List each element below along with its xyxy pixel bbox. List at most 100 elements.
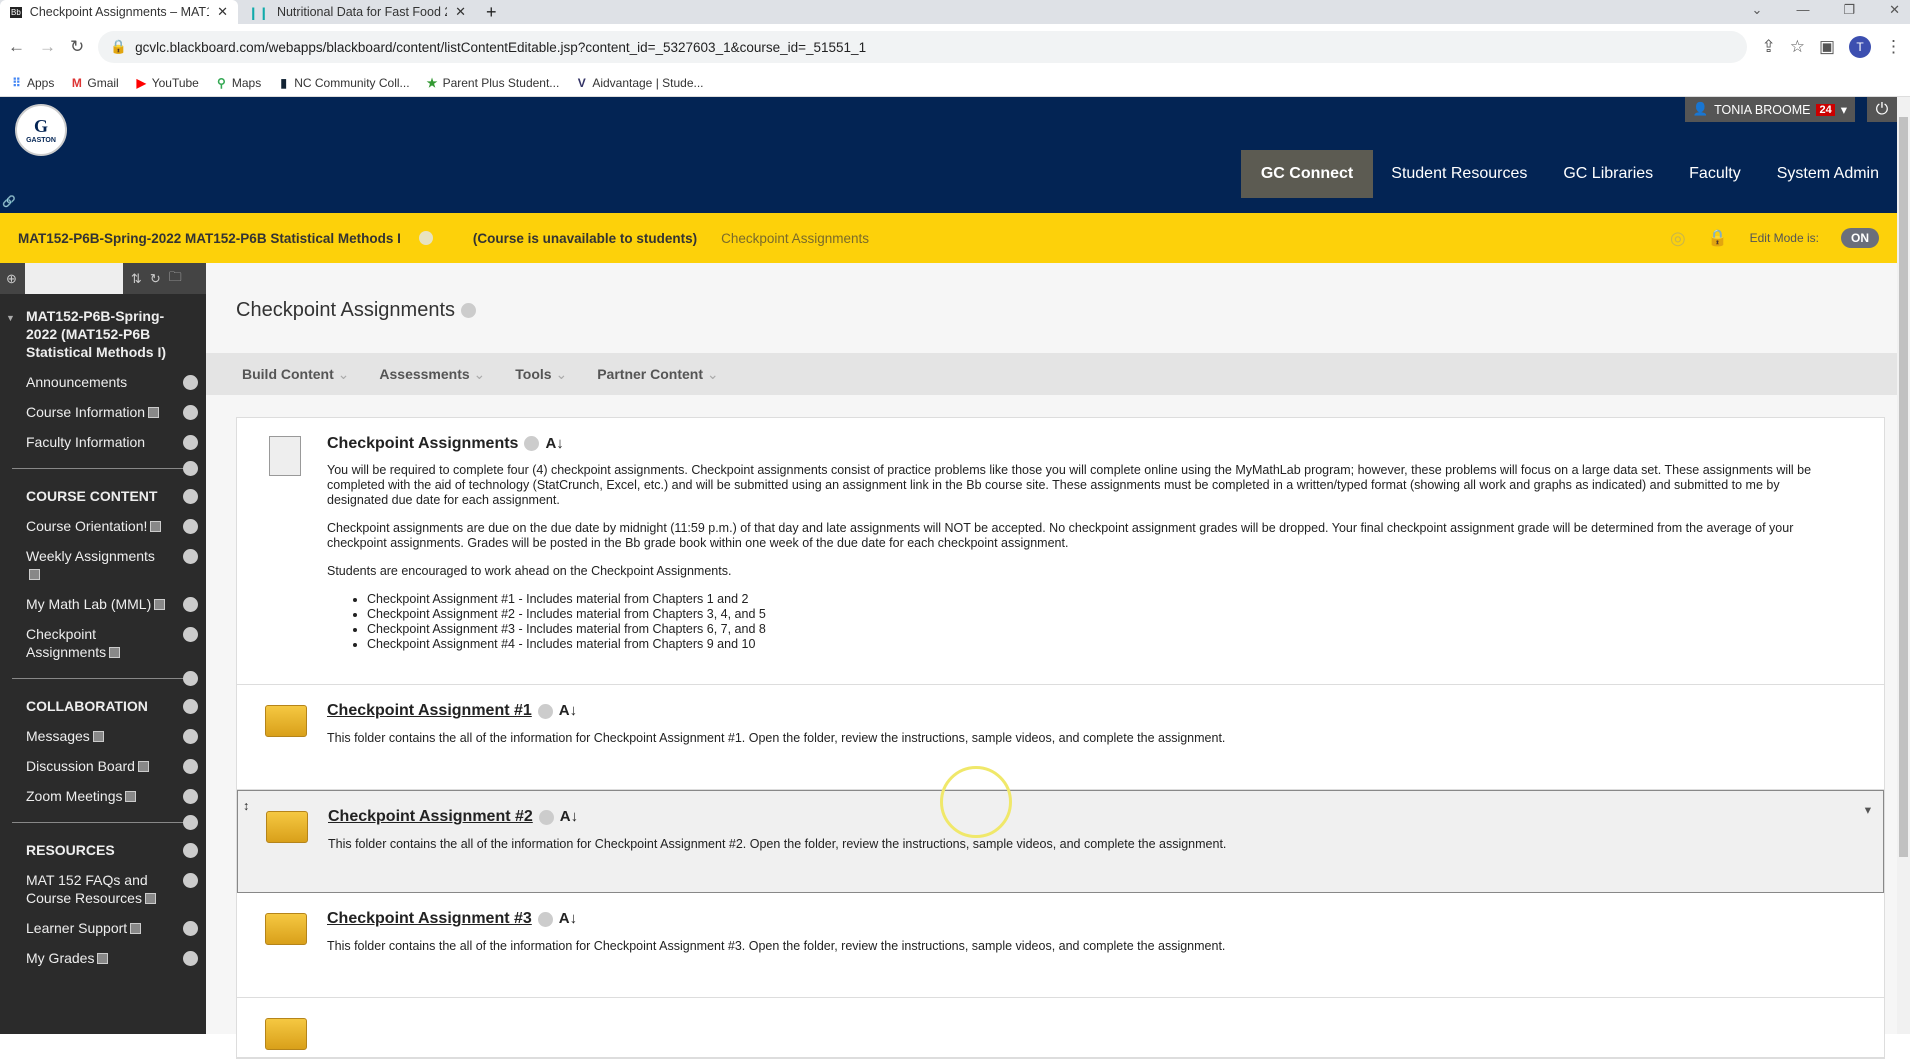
- assessments-menu[interactable]: Assessments: [379, 366, 485, 383]
- chevron-down-icon[interactable]: [183, 627, 198, 642]
- adaptive-release-icon[interactable]: A↓: [559, 702, 577, 719]
- chevron-down-icon[interactable]: [183, 461, 198, 476]
- sidebar-item-weekly-assignments[interactable]: Weekly Assignments: [0, 541, 206, 589]
- minimize-icon[interactable]: —: [1796, 2, 1809, 18]
- bookmark-aidvantage[interactable]: V Aidvantage | Stude...: [575, 76, 704, 90]
- sidebar-item-my-math-lab-mml[interactable]: My Math Lab (MML): [0, 589, 206, 619]
- nav-gc-libraries[interactable]: GC Libraries: [1545, 150, 1671, 198]
- item-menu-chevron-icon[interactable]: [538, 809, 554, 825]
- folder-link[interactable]: Checkpoint Assignment #3: [327, 910, 532, 927]
- browser-tab-nutrition[interactable]: ❙❙ Nutritional Data for Fast Food 20 ✕: [238, 0, 476, 24]
- lock-icon[interactable]: 🔒: [1708, 228, 1728, 248]
- chevron-down-icon[interactable]: [183, 729, 198, 744]
- forward-icon[interactable]: →: [39, 37, 56, 57]
- close-window-icon[interactable]: ✕: [1889, 2, 1900, 18]
- new-tab-button[interactable]: +: [476, 2, 507, 23]
- chevron-down-icon[interactable]: [183, 549, 198, 564]
- url-field[interactable]: 🔒 gcvlc.blackboard.com/webapps/blackboard…: [98, 31, 1748, 63]
- folder-link[interactable]: Checkpoint Assignment #2: [328, 808, 533, 825]
- chevron-down-icon[interactable]: [183, 843, 198, 858]
- title-menu-chevron-icon[interactable]: [461, 303, 477, 319]
- folder-link[interactable]: Checkpoint Assignment #1: [327, 702, 532, 719]
- adaptive-release-icon[interactable]: A↓: [545, 435, 563, 452]
- chevron-down-icon[interactable]: [183, 789, 198, 804]
- add-menu-item-icon[interactable]: ⊕: [6, 271, 17, 287]
- build-content-menu[interactable]: Build Content: [242, 366, 349, 383]
- bookmark-nccc[interactable]: ▮ NC Community Coll...: [277, 76, 409, 90]
- chevron-down-icon[interactable]: [183, 489, 198, 504]
- page-scrollbar[interactable]: [1897, 97, 1910, 1034]
- share-icon[interactable]: ⇪: [1761, 37, 1775, 57]
- student-preview-icon[interactable]: ◎: [1670, 228, 1686, 249]
- chevron-down-icon[interactable]: [183, 873, 198, 888]
- chevron-down-icon[interactable]: [183, 519, 198, 534]
- sidebar-item-checkpoint-assignments[interactable]: Checkpoint Assignments: [0, 619, 206, 667]
- refresh-icon[interactable]: ↻: [150, 271, 161, 287]
- sidebar-item-course-content[interactable]: COURSE CONTENT: [0, 481, 206, 511]
- sidebar-item-course-orientation[interactable]: Course Orientation!: [0, 511, 206, 541]
- sidebar-item-announcements[interactable]: Announcements: [0, 367, 206, 397]
- chevron-down-icon[interactable]: [183, 921, 198, 936]
- bookmark-gmail[interactable]: M Gmail: [70, 76, 119, 90]
- course-menu-chevron-icon[interactable]: [418, 231, 433, 245]
- edit-mode-toggle[interactable]: ON: [1841, 228, 1879, 248]
- partner-content-menu[interactable]: Partner Content: [597, 366, 718, 383]
- bookmark-youtube[interactable]: ▶ YouTube: [135, 76, 199, 90]
- bookmark-parent-plus[interactable]: ★ Parent Plus Student...: [426, 76, 560, 90]
- item-menu-chevron-icon[interactable]: [537, 703, 553, 719]
- scrollbar-thumb[interactable]: [1899, 117, 1908, 857]
- sidebar-item-my-grades[interactable]: My Grades: [0, 943, 206, 973]
- sidebar-item-faculty-information[interactable]: Faculty Information: [0, 427, 206, 457]
- chevron-down-icon[interactable]: [183, 435, 198, 450]
- close-tab-icon[interactable]: ✕: [217, 4, 228, 20]
- reorder-icon[interactable]: ⇅: [131, 271, 142, 287]
- chevron-down-icon[interactable]: [183, 951, 198, 966]
- restore-icon[interactable]: ❐: [1843, 2, 1855, 18]
- nav-system-admin[interactable]: System Admin: [1759, 150, 1897, 198]
- edit-icon: [109, 647, 121, 658]
- chevron-down-icon[interactable]: [183, 597, 198, 612]
- bookmark-maps[interactable]: ⚲ Maps: [215, 76, 261, 90]
- chevron-down-icon[interactable]: [183, 815, 198, 830]
- star-icon[interactable]: ☆: [1790, 37, 1805, 57]
- nav-gc-connect[interactable]: GC Connect: [1240, 150, 1374, 198]
- nav-student-resources[interactable]: Student Resources: [1373, 150, 1545, 198]
- sidebar-item-zoom-meetings[interactable]: Zoom Meetings: [0, 781, 206, 811]
- user-menu[interactable]: 👤 TONIA BROOME 24 ▾: [1684, 97, 1855, 122]
- sidepanel-icon[interactable]: ▣: [1819, 37, 1835, 57]
- sidebar-item-messages[interactable]: Messages: [0, 721, 206, 751]
- item-menu-chevron-icon[interactable]: [537, 911, 553, 927]
- back-icon[interactable]: ←: [8, 37, 25, 57]
- logout-button[interactable]: ⏻: [1867, 97, 1897, 122]
- chevron-down-icon[interactable]: [183, 699, 198, 714]
- adaptive-release-icon[interactable]: A↓: [559, 910, 577, 927]
- drag-handle-icon[interactable]: ↕: [243, 799, 249, 814]
- sidebar-item-learner-support[interactable]: Learner Support: [0, 913, 206, 943]
- sidebar-item-resources[interactable]: RESOURCES: [0, 835, 206, 865]
- sidebar-item-mat-152-faqs-and-course-resources[interactable]: MAT 152 FAQs and Course Resources: [0, 865, 206, 913]
- item-options-caret-icon[interactable]: ▾: [1865, 803, 1871, 818]
- sidebar-item-course-information[interactable]: Course Information: [0, 397, 206, 427]
- close-tab-icon[interactable]: ✕: [455, 4, 466, 20]
- chevron-down-icon[interactable]: [183, 405, 198, 420]
- sidebar-item-collaboration[interactable]: COLLABORATION: [0, 691, 206, 721]
- chevron-down-icon[interactable]: [183, 671, 198, 686]
- nav-faculty[interactable]: Faculty: [1671, 150, 1759, 198]
- course-title[interactable]: MAT152-P6B-Spring-2022 MAT152-P6B Statis…: [18, 231, 401, 246]
- item-menu-chevron-icon[interactable]: [524, 436, 540, 452]
- folder-view-icon[interactable]: 🗀: [169, 268, 182, 290]
- reload-icon[interactable]: ↻: [70, 37, 84, 57]
- chevron-down-icon[interactable]: ⌄: [1752, 2, 1763, 18]
- tools-menu[interactable]: Tools: [515, 366, 567, 383]
- adaptive-release-icon[interactable]: A↓: [560, 808, 578, 825]
- menu-icon[interactable]: ⋮: [1885, 37, 1902, 57]
- profile-avatar[interactable]: T: [1849, 36, 1871, 58]
- bookmark-apps[interactable]: ⠿ Apps: [10, 76, 54, 90]
- sidebar-item-label: Learner Support: [26, 920, 128, 936]
- sidebar-course-title[interactable]: MAT152-P6B-Spring-2022 (MAT152-P6B Stati…: [0, 294, 206, 367]
- chevron-down-icon[interactable]: [183, 375, 198, 390]
- gaston-college-logo[interactable]: G GASTON: [15, 104, 67, 156]
- browser-tab-blackboard[interactable]: Bb Checkpoint Assignments – MAT1 ✕: [0, 0, 238, 24]
- sidebar-item-discussion-board[interactable]: Discussion Board: [0, 751, 206, 781]
- chevron-down-icon[interactable]: [183, 759, 198, 774]
